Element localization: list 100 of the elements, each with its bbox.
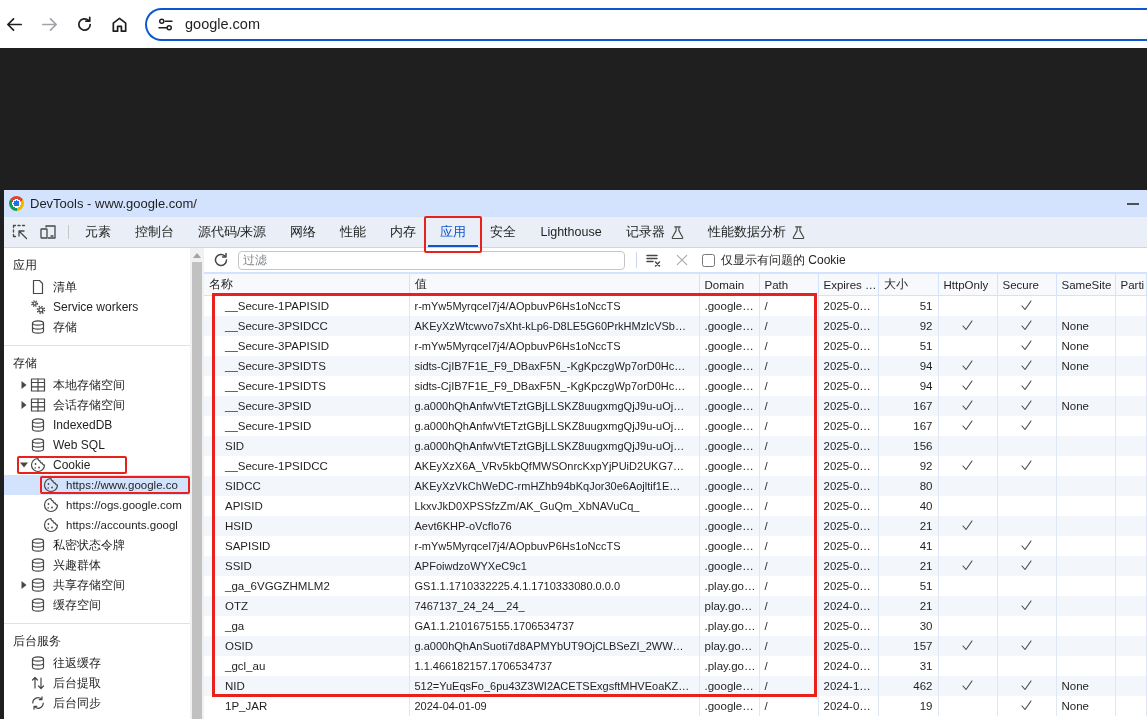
caret-right-icon[interactable] [20,581,28,589]
table-cell: 94 [878,355,938,376]
check-icon [1021,680,1032,691]
address-text: google.com [185,16,260,32]
up-down-arrows-icon [30,675,46,691]
caret-right-icon[interactable] [20,381,28,389]
table-cell: 94 [878,375,938,396]
check-icon [1021,360,1032,371]
grid-icon [30,377,46,393]
checkbox[interactable] [702,253,715,267]
table-cell: / [759,335,818,356]
table-cell: .google… [699,375,759,396]
column-header[interactable]: 值 [409,273,699,296]
section-title: 后台服务 [12,633,62,650]
table-cell: 2025-0… [818,475,878,496]
panel-tab[interactable]: 性能数据分析 [695,217,817,247]
check-icon [962,360,973,371]
table-cell: / [759,615,818,636]
scrollbar[interactable] [190,248,204,719]
panel-tab[interactable]: Lighthouse [528,217,614,247]
sidebar-item[interactable]: 往返缓存 [4,653,190,673]
sidebar-item[interactable]: 私密状态令牌 [4,535,190,555]
document-icon [30,279,46,295]
filter-field[interactable]: 过滤 [238,250,625,270]
clear-all-button[interactable] [646,252,662,268]
table-cell: 2025-0… [818,355,878,376]
sidebar-item[interactable]: https://www.google.co [4,475,190,495]
table-cell: None [1056,315,1115,336]
table-cell: 2024-04-01-09 [409,695,699,716]
table-cell: __Secure-3PSIDTS [204,355,409,376]
sidebar-item[interactable]: 后台同步 [4,693,190,713]
check-icon [962,520,973,531]
table-cell: 2025-0… [818,555,878,576]
panel-tab[interactable]: 元素 [73,217,123,247]
checkbox-label: 仅显示有问题的 Cookie [721,251,846,269]
sidebar-item[interactable]: https://accounts.googl [4,515,190,535]
sidebar-item[interactable]: Service workers [4,297,190,317]
column-header[interactable]: Parti [1115,273,1147,296]
column-header[interactable]: 大小 [878,273,938,296]
caret-down-icon[interactable] [20,461,28,469]
table-cell: GA1.1.2101675155.1706534737 [409,615,699,636]
table-cell: OTZ [204,595,409,616]
database-icon [30,537,46,553]
table-cell: .play.go… [699,615,759,636]
sidebar-item[interactable]: 后台提取 [4,673,190,693]
table-cell: 2025-0… [818,615,878,636]
sidebar-item[interactable]: 兴趣群体 [4,555,190,575]
sidebar-item[interactable]: 本地存储空间 [4,375,190,395]
caret-right-icon[interactable] [20,401,28,409]
panel-tab[interactable]: 应用 [428,217,479,247]
panel-tab[interactable]: 控制台 [123,217,186,247]
sidebar-item[interactable]: 会话存储空间 [4,395,190,415]
table-cell: 30 [878,615,938,636]
table-cell: __Secure-3PAPISID [204,335,409,356]
column-header[interactable]: Secure [997,273,1056,296]
sidebar-item[interactable]: 缓存空间 [4,595,190,615]
database-icon [30,557,46,573]
sidebar-item[interactable]: https://ogs.google.com [4,495,190,515]
table-cell: .google… [699,555,759,576]
table-cell: 2025-0… [818,435,878,456]
table-cell: 2025-0… [818,395,878,416]
table-cell: AKEyXzVkChWeDC-rmHZhb94bKqJor30e6Aojltif1E… [409,475,699,496]
table-cell: / [759,595,818,616]
sidebar-item[interactable]: 共享存储空间 [4,575,190,595]
table-cell: .google… [699,335,759,356]
table-cell: _ga_6VGGZHMLM2 [204,575,409,596]
table-cell: .google… [699,475,759,496]
panel-tab[interactable]: 源代码/来源 [186,217,279,247]
panel-tab[interactable]: 性能 [328,217,379,247]
column-header[interactable]: Expires … [818,273,878,296]
panel-tab[interactable]: 记录器 [613,217,696,247]
refresh-button[interactable] [213,252,229,268]
check-icon [962,560,973,571]
sidebar-item[interactable]: IndexedDB [4,415,190,435]
sidebar-item[interactable]: Cookie [4,455,190,475]
table-cell: __Secure-3PSIDCC [204,315,409,336]
address-bar[interactable]: google.com [145,7,1147,41]
column-header[interactable]: SameSite [1056,273,1115,296]
table-cell: 19 [878,695,938,716]
column-header[interactable]: 名称 [204,273,409,296]
table-cell: Aevt6KHP-oVcflo76 [409,515,699,536]
table-cell: 21 [878,595,938,616]
sidebar-item[interactable]: Web SQL [4,435,190,455]
table-cell: g.a000hQhAnfwVtETztGBjLLSKZ8uugxmgQjJ9u-uOj… [409,395,699,416]
tune-icon[interactable] [158,17,173,31]
check-icon [1021,300,1032,312]
table-cell: 2024-0… [818,695,878,716]
table-cell: 2025-0… [818,295,878,316]
sidebar-item[interactable]: 存储 [4,317,190,337]
panel-tab[interactable]: 网络 [278,217,329,247]
column-header[interactable]: HttpOnly [938,273,997,296]
table-cell: / [759,535,818,556]
panel-tab[interactable]: 安全 [478,217,529,247]
table-cell: _ga [204,615,409,636]
table-cell: .google… [699,495,759,516]
panel-tab[interactable]: 内存 [378,217,429,247]
sidebar-item[interactable]: 清单 [4,277,190,297]
table-cell [1056,515,1115,536]
table-cell: .google… [699,435,759,456]
check-icon [1021,460,1032,471]
